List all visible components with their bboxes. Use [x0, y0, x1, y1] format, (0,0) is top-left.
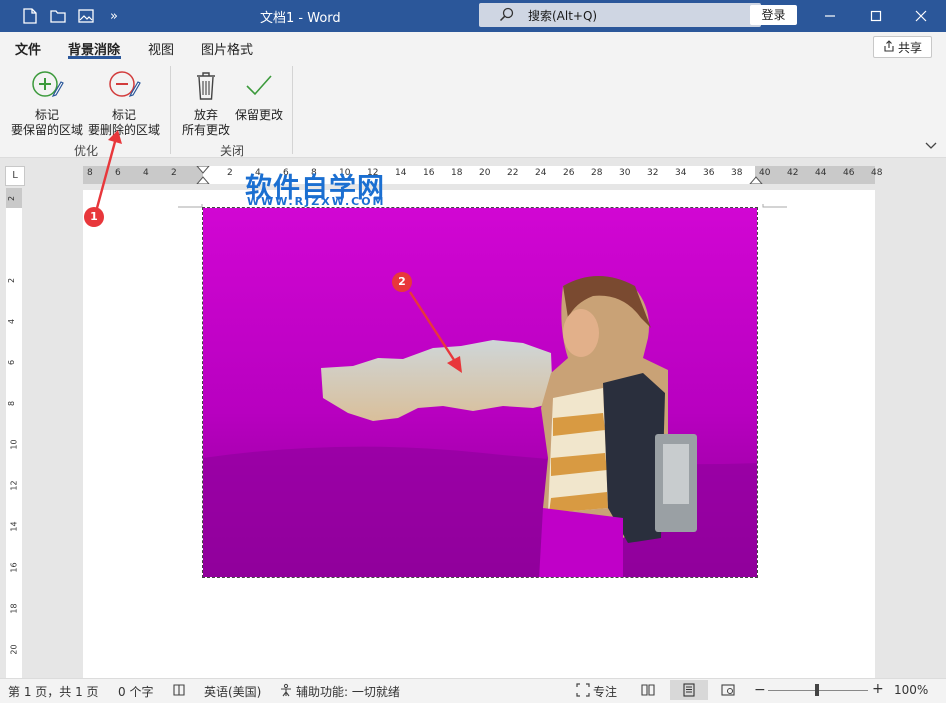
web-layout-icon[interactable] — [721, 683, 735, 700]
page-count[interactable]: 第 1 页，共 1 页 — [8, 683, 99, 700]
status-bar: 第 1 页，共 1 页 0 个字 英语(美国) 辅助功能: 一切就绪 专注 − … — [0, 678, 946, 703]
print-layout-icon — [683, 683, 695, 697]
annotation-arrow-2 — [408, 291, 458, 364]
zoom-in-button[interactable]: + — [872, 681, 884, 697]
language-indicator[interactable]: 英语(美国) — [204, 683, 261, 700]
word-count[interactable]: 0 个字 — [118, 683, 153, 700]
proofing-icon[interactable] — [172, 683, 186, 700]
annotation-arrowhead-1 — [108, 130, 122, 144]
accessibility-status[interactable]: 辅助功能: 一切就绪 — [296, 683, 400, 700]
zoom-slider-thumb[interactable] — [815, 684, 819, 696]
accessibility-icon[interactable] — [279, 683, 293, 700]
word-window: » 文档1 - Word 搜索(Alt+Q) 登录 文件 背景消除 视图 图片格… — [0, 0, 946, 703]
zoom-out-button[interactable]: − — [754, 682, 766, 698]
annotation-marker-2: 2 — [392, 272, 412, 292]
read-mode-icon[interactable] — [641, 683, 655, 700]
focus-icon[interactable] — [576, 683, 590, 700]
annotation-marker-1: 1 — [84, 207, 104, 227]
focus-mode-button[interactable]: 专注 — [593, 683, 617, 700]
annotation-arrows — [95, 130, 462, 373]
zoom-level[interactable]: 100% — [894, 683, 928, 697]
print-layout-button[interactable] — [670, 680, 708, 700]
annotation-arrow-1 — [95, 137, 118, 209]
